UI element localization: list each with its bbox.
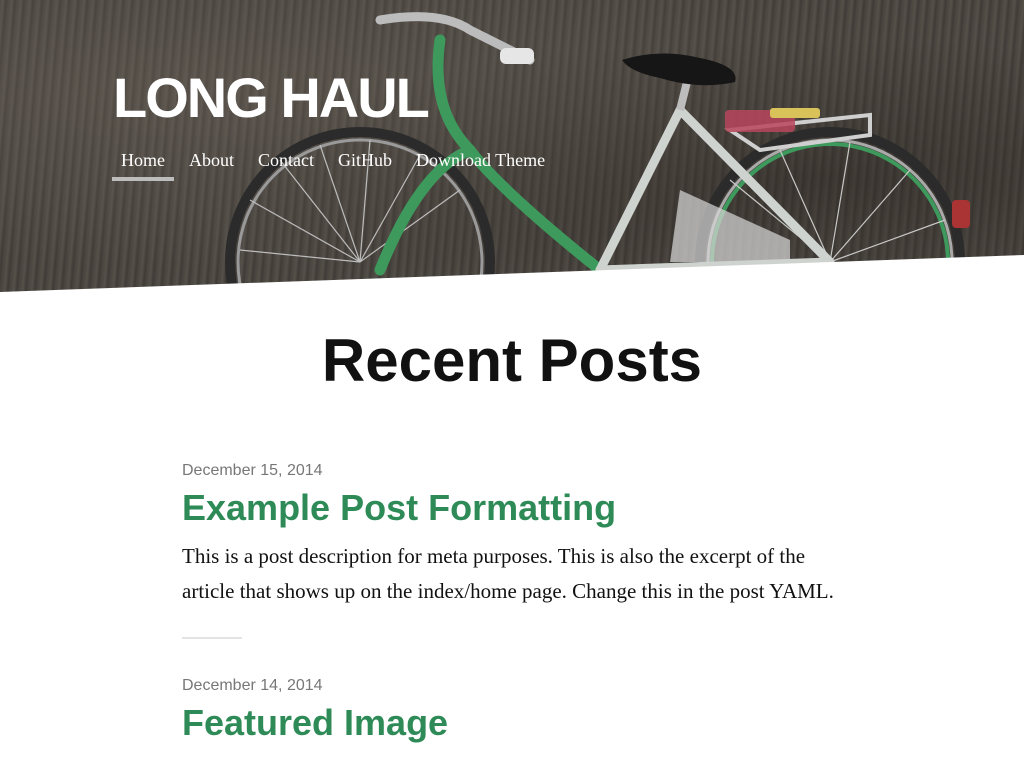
nav-item-about[interactable]: About xyxy=(180,148,243,181)
post-excerpt: This is a post description for meta purp… xyxy=(182,544,834,604)
post-title-link[interactable]: Example Post Formatting xyxy=(182,486,852,529)
site-title[interactable]: LONG HAUL xyxy=(113,70,430,126)
site-header: LONG HAUL Home About Contact GitHub Down… xyxy=(0,0,1024,300)
nav-item-home[interactable]: Home xyxy=(112,148,174,181)
post-item: December 15, 2014 Example Post Formattin… xyxy=(182,462,852,609)
nav-item-contact[interactable]: Contact xyxy=(249,148,323,181)
post-date: December 15, 2014 xyxy=(182,462,323,479)
post-title-link[interactable]: Featured Image xyxy=(182,701,852,744)
page-title: Recent Posts xyxy=(321,327,703,394)
nav-item-github[interactable]: GitHub xyxy=(329,148,401,181)
nav-item-download-theme[interactable]: Download Theme xyxy=(407,148,554,181)
post-divider xyxy=(182,637,242,640)
post-item: December 14, 2014 Featured Image xyxy=(182,677,852,744)
main-nav: Home About Contact GitHub Download Theme xyxy=(112,148,560,181)
post-date: December 14, 2014 xyxy=(182,677,323,695)
post-list: December 15, 2014 Example Post Formattin… xyxy=(182,462,852,754)
